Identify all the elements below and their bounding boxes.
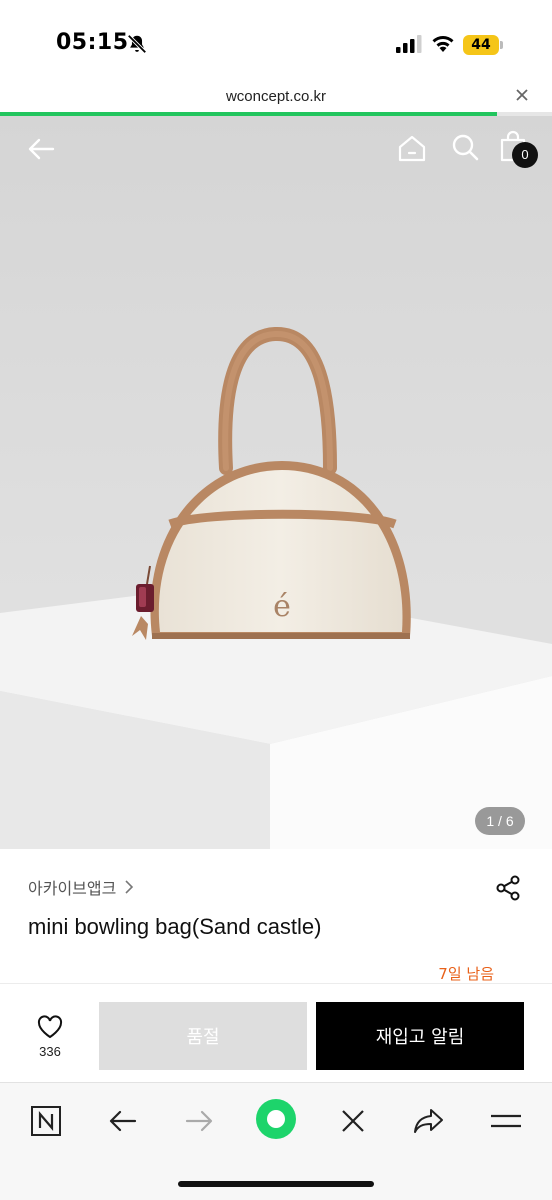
cart-count-badge[interactable]: 0 <box>512 142 538 168</box>
green-circle-icon[interactable] <box>254 1097 298 1141</box>
chevron-right-icon <box>125 880 134 894</box>
status-bar: 05:15 44 <box>0 0 552 80</box>
menu-icon[interactable] <box>488 1103 524 1139</box>
close-icon[interactable] <box>335 1103 371 1139</box>
battery-icon: 44 <box>463 35 503 55</box>
home-indicator <box>178 1181 374 1187</box>
restock-notify-button[interactable]: 재입고 알림 <box>316 1002 524 1070</box>
like-count: 336 <box>39 1044 61 1059</box>
url-bar[interactable]: wconcept.co.kr <box>0 80 552 114</box>
share-icon[interactable] <box>494 874 522 902</box>
wifi-icon <box>432 36 454 52</box>
divider <box>0 983 552 984</box>
brand-name[interactable]: 아카이브앱크 <box>28 875 116 899</box>
heart-icon[interactable] <box>36 1014 64 1040</box>
close-icon[interactable] <box>512 85 532 105</box>
share-arrow-icon[interactable] <box>411 1103 447 1139</box>
like-button[interactable]: 336 <box>28 1014 72 1059</box>
search-icon[interactable] <box>450 132 480 162</box>
remaining-days: 7일 남음 <box>438 965 494 983</box>
bag-monogram: é <box>273 589 291 624</box>
product-image-gallery[interactable]: é 0 1 / 6 <box>0 116 552 849</box>
product-title: mini bowling bag(Sand castle) <box>28 914 322 939</box>
bell-slash-icon <box>127 34 147 54</box>
gallery-page-indicator: 1 / 6 <box>475 807 525 835</box>
status-time: 05:15 <box>56 30 129 55</box>
sold-out-button[interactable]: 품절 <box>99 1002 307 1070</box>
forward-icon[interactable] <box>181 1103 217 1139</box>
back-arrow-icon[interactable] <box>26 134 56 164</box>
brand-link[interactable]: 아카이브앱크 <box>28 875 134 899</box>
naver-n-icon[interactable] <box>28 1103 64 1139</box>
battery-level: 44 <box>463 35 499 55</box>
home-icon[interactable] <box>396 132 428 164</box>
url-text[interactable]: wconcept.co.kr <box>0 88 552 105</box>
back-icon[interactable] <box>105 1103 141 1139</box>
signal-icon <box>396 35 422 53</box>
product-photo: é <box>0 116 552 849</box>
